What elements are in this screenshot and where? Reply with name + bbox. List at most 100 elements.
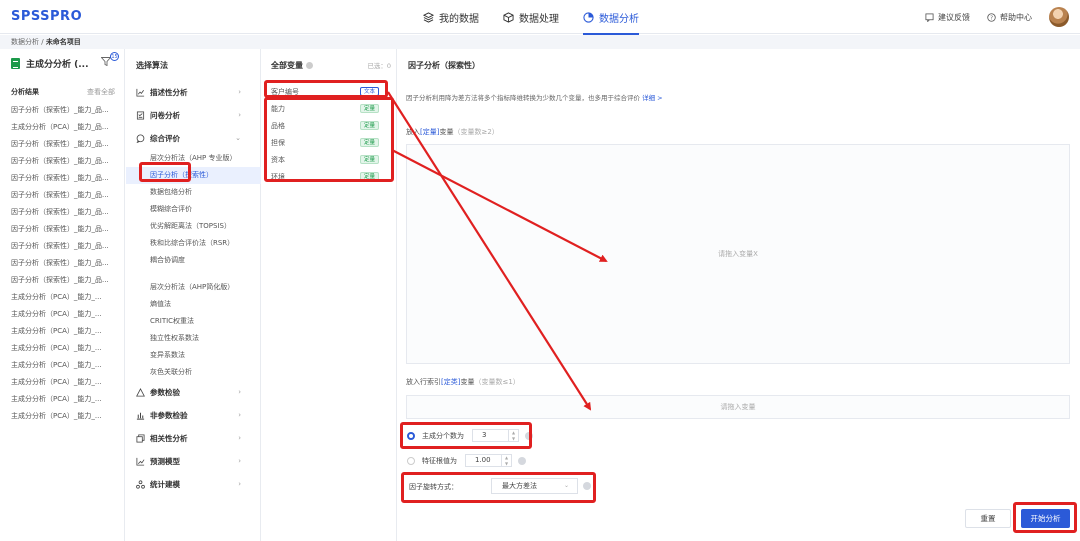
chevron-right-icon: › xyxy=(238,434,241,442)
category-correlation[interactable]: 相关性分析 › xyxy=(126,427,261,450)
chevron-right-icon: › xyxy=(238,388,241,396)
help-icon[interactable] xyxy=(306,62,313,69)
highlight-box xyxy=(1013,502,1077,533)
chevron-right-icon: › xyxy=(238,111,241,119)
result-item[interactable]: 因子分析（探索性）_能力_品... xyxy=(11,105,121,122)
category-comprehensive[interactable]: 综合评价 ⌄ xyxy=(126,127,261,150)
x-variable-label: 放入[定量]变量（变量数≥2） xyxy=(406,127,499,137)
eigenvalue-radio[interactable] xyxy=(407,456,415,465)
stepper-arrows-icon[interactable]: ▲ ▼ xyxy=(501,455,511,466)
result-item[interactable]: 主成分分析（PCA）_能力_... xyxy=(11,326,121,343)
tab-my-data-label: 我的数据 xyxy=(439,13,479,25)
highlight-box xyxy=(401,472,596,503)
result-item[interactable]: 因子分析（探索性）_能力_品... xyxy=(11,190,121,207)
category-nonparametric[interactable]: 非参数检验 › xyxy=(126,404,261,427)
project-name: 主成分分析 (... xyxy=(26,60,89,70)
project-selector[interactable]: 主成分分析 (... xyxy=(11,57,89,70)
eigenvalue-option: 特征根值为 1.00 ▲ ▼ xyxy=(407,454,526,467)
algorithm-item[interactable]: 变异系数法 xyxy=(126,347,261,364)
label-text: 放入 xyxy=(406,128,420,136)
algorithm-item[interactable]: 秩和比综合评价法（RSR） xyxy=(126,235,261,252)
index-variable-dropzone[interactable]: 请拖入变量 xyxy=(406,395,1070,419)
dropzone-placeholder: 请拖入变量 xyxy=(720,403,756,411)
top-navbar: SPSSPRO 我的数据 数据处理 数据分析 建议反馈 ? 帮助中心 xyxy=(0,0,1080,35)
algorithm-item[interactable]: 独立性权系数法 xyxy=(126,330,261,347)
spreadsheet-icon xyxy=(11,58,20,69)
results-title: 分析结果 xyxy=(11,88,39,96)
chevron-right-icon: › xyxy=(238,457,241,465)
eigenvalue-input[interactable]: 1.00 ▲ ▼ xyxy=(465,454,512,467)
result-item[interactable]: 因子分析（探索性）_能力_品... xyxy=(11,173,121,190)
result-item[interactable]: 主成分分析（PCA）_能力_... xyxy=(11,411,121,428)
detail-link[interactable]: 详细 > xyxy=(642,94,663,102)
breadcrumb-root[interactable]: 数据分析 xyxy=(11,38,39,46)
help-icon[interactable] xyxy=(518,456,526,465)
x-variable-dropzone[interactable]: 请拖入变量X xyxy=(406,144,1070,364)
app-logo[interactable]: SPSSPRO xyxy=(11,9,82,24)
algorithm-item[interactable]: 模糊综合评价 xyxy=(126,201,261,218)
help-icon: ? xyxy=(987,12,996,22)
chevron-right-icon: › xyxy=(238,411,241,419)
category-label: 问卷分析 xyxy=(150,111,180,120)
category-survey[interactable]: 问卷分析 › xyxy=(126,104,261,127)
breadcrumb: 数据分析 / 未命名项目 xyxy=(0,35,1080,49)
highlight-box xyxy=(264,80,388,98)
result-item[interactable]: 主成分分析（PCA）_能力_... xyxy=(11,360,121,377)
result-item[interactable]: 因子分析（探索性）_能力_品... xyxy=(11,224,121,241)
variables-title: 全部变量 xyxy=(271,61,303,70)
algorithm-item[interactable]: 层次分析法（AHP简化版） xyxy=(126,279,261,296)
breadcrumb-separator: / xyxy=(39,38,46,46)
svg-text:?: ? xyxy=(990,15,993,21)
cube-icon xyxy=(503,11,514,23)
result-item[interactable]: 主成分分析（PCA）_能力_... xyxy=(11,377,121,394)
result-item[interactable]: 因子分析（探索性）_能力_品... xyxy=(11,139,121,156)
trend-icon xyxy=(136,457,145,466)
user-avatar[interactable] xyxy=(1049,7,1069,27)
reset-button[interactable]: 重置 xyxy=(965,509,1011,528)
category-label: 综合评价 xyxy=(150,134,180,143)
result-item[interactable]: 因子分析（探索性）_能力_品... xyxy=(11,275,121,292)
highlight-box xyxy=(400,422,532,449)
result-item[interactable]: 因子分析（探索性）_能力_品... xyxy=(11,156,121,173)
algorithm-item[interactable]: 灰色关联分析 xyxy=(126,364,261,381)
algorithm-item[interactable]: 耦合协调度 xyxy=(126,252,261,269)
algorithm-panel-title: 选择算法 xyxy=(136,61,168,70)
category-prediction[interactable]: 预测模型 › xyxy=(126,450,261,473)
line-chart-icon xyxy=(136,88,145,97)
tab-data-analysis[interactable]: 数据分析 xyxy=(583,0,639,35)
algorithm-item[interactable]: 熵值法 xyxy=(126,296,261,313)
algorithm-item[interactable]: 优劣解距离法（TOPSIS） xyxy=(126,218,261,235)
triangle-icon xyxy=(136,388,145,397)
divider xyxy=(126,269,261,279)
copy-icon xyxy=(136,434,145,443)
selected-count: 已选：0 xyxy=(367,62,391,70)
nodes-icon xyxy=(136,480,145,489)
result-item[interactable]: 主成分分析（PCA）_能力_... xyxy=(11,394,121,411)
questionnaire-icon xyxy=(136,111,145,120)
feedback-button[interactable]: 建议反馈 xyxy=(925,0,970,34)
category-descriptive[interactable]: 描述性分析 › xyxy=(126,81,261,104)
result-item[interactable]: 主成分分析（PCA）_能力_... xyxy=(11,292,121,309)
algorithm-item[interactable]: 数据包络分析 xyxy=(126,184,261,201)
category-label: 非参数检验 xyxy=(150,411,188,420)
category-parametric[interactable]: 参数检验 › xyxy=(126,381,261,404)
algorithm-panel: 选择算法 描述性分析 › 问卷分析 › 综合评价 ⌄ 层次分析法（AHP 专业版… xyxy=(126,49,261,541)
bar-chart-icon xyxy=(136,412,145,420)
result-item[interactable]: 因子分析（探索性）_能力_品... xyxy=(11,241,121,258)
label-text: 放入行索引 xyxy=(406,378,441,386)
tab-my-data[interactable]: 我的数据 xyxy=(423,0,479,34)
result-item[interactable]: 因子分析（探索性）_能力_品... xyxy=(11,258,121,275)
chevron-right-icon: › xyxy=(238,88,241,96)
chevron-down-icon: ⌄ xyxy=(235,134,241,142)
algorithm-item[interactable]: CRITIC权重法 xyxy=(126,313,261,330)
result-item[interactable]: 主成分分析（PCA）_能力_... xyxy=(11,309,121,326)
tab-data-processing[interactable]: 数据处理 xyxy=(503,0,559,34)
feedback-label: 建议反馈 xyxy=(938,12,970,22)
category-modeling[interactable]: 统计建模 › xyxy=(126,473,261,496)
result-item[interactable]: 因子分析（探索性）_能力_品... xyxy=(11,207,121,224)
highlight-box xyxy=(139,162,191,182)
result-item[interactable]: 主成分分析（PCA）_能力_... xyxy=(11,343,121,360)
help-center-button[interactable]: ? 帮助中心 xyxy=(987,0,1032,34)
view-all-link[interactable]: 查看全部 xyxy=(87,87,115,97)
result-item[interactable]: 主成分分析（PCA）_能力_品... xyxy=(11,122,121,139)
